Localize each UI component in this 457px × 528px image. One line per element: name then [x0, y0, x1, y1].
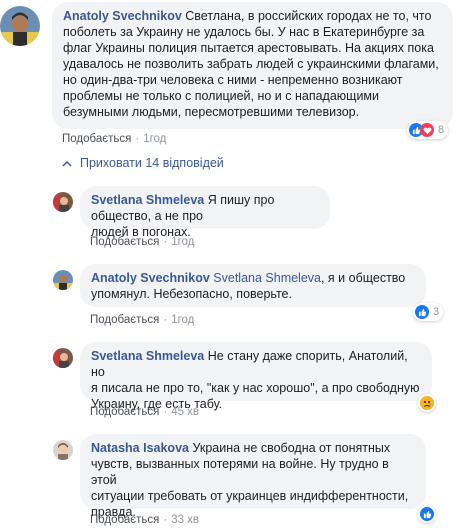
- chevron-up-icon: [62, 156, 72, 170]
- comment-author[interactable]: Anatoly Svechnikov: [63, 9, 182, 23]
- reply-bubble: Natasha Isakova Украина не свободна от п…: [80, 434, 426, 519]
- reply-actions: Подобається · 45 хв: [90, 406, 199, 418]
- avatar-anatoly[interactable]: [0, 6, 40, 46]
- avatar-svetlana[interactable]: [53, 348, 73, 368]
- like-button[interactable]: Подобається: [90, 514, 159, 526]
- separator-dot: ·: [163, 406, 168, 418]
- comment-text: Светлана, в российских городах не то, чт…: [63, 9, 439, 119]
- reaction-count: 3: [433, 306, 440, 318]
- timestamp[interactable]: 33 хв: [171, 514, 199, 526]
- reply-bubble: Anatoly Svechnikov Svetlana Shmeleva, я …: [80, 264, 426, 307]
- timestamp[interactable]: 1год: [171, 314, 194, 326]
- timestamp[interactable]: 45 хв: [171, 406, 199, 418]
- reactions-badge[interactable]: 8: [407, 121, 449, 139]
- like-reaction-icon: [415, 305, 429, 319]
- timestamp[interactable]: 1год: [143, 133, 166, 145]
- hide-replies-link[interactable]: Приховати 14 відповідей: [62, 156, 224, 170]
- reaction-count: 8: [438, 124, 445, 136]
- reactions-badge[interactable]: [418, 394, 436, 412]
- avatar-anatoly-small[interactable]: [53, 270, 73, 290]
- like-button[interactable]: Подобається: [90, 406, 159, 418]
- like-button[interactable]: Подобається: [90, 314, 159, 326]
- avatar-svetlana[interactable]: [53, 192, 73, 212]
- like-button[interactable]: Подобається: [62, 133, 131, 145]
- reply-actions: Подобається · 33 хв: [90, 514, 199, 526]
- like-button[interactable]: Подобається: [90, 236, 159, 248]
- mention-link[interactable]: Svetlana Shmeleva: [213, 271, 321, 285]
- avatar-natasha[interactable]: [53, 440, 73, 460]
- reply-actions: Подобається · 1год: [90, 314, 194, 326]
- reply-author[interactable]: Svetlana Shmeleva: [91, 349, 204, 363]
- reply-author[interactable]: Svetlana Shmeleva: [91, 193, 204, 207]
- separator-dot: ·: [163, 236, 168, 248]
- reply-actions: Подобається · 1год: [90, 236, 194, 248]
- reply-author[interactable]: Anatoly Svechnikov: [91, 271, 210, 285]
- hide-replies-label: Приховати 14 відповідей: [80, 156, 224, 170]
- sad-reaction-icon: [420, 396, 434, 410]
- reply-author[interactable]: Natasha Isakova: [91, 441, 189, 455]
- separator-dot: ·: [163, 514, 168, 526]
- comment-bubble: Anatoly Svechnikov Светлана, в российски…: [52, 2, 453, 129]
- timestamp[interactable]: 1год: [171, 236, 194, 248]
- comment-actions: Подобається · 1год: [62, 133, 166, 145]
- love-reaction-icon: [420, 123, 434, 137]
- separator-dot: ·: [163, 314, 168, 326]
- separator-dot: ·: [135, 133, 140, 145]
- reactions-badge[interactable]: 3: [413, 303, 444, 321]
- reactions-badge[interactable]: [418, 505, 436, 523]
- like-reaction-icon: [420, 507, 434, 521]
- reply-bubble: Svetlana Shmeleva Я пишу про общество, а…: [80, 186, 330, 239]
- reply-bubble: Svetlana Shmeleva Не стану даже спорить,…: [80, 342, 432, 411]
